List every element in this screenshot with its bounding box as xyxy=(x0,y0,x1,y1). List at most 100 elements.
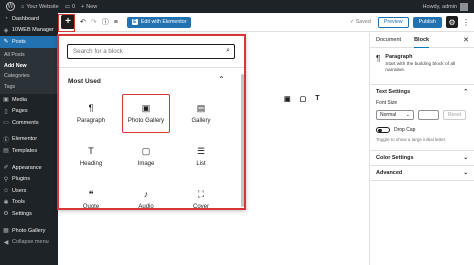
gear-icon: ⚙ xyxy=(448,17,456,27)
image-icon: ▢ xyxy=(141,145,151,156)
pages-icon: ▯ xyxy=(4,108,8,115)
block-gallery[interactable]: ▤ Gallery xyxy=(177,94,225,133)
account-menu[interactable]: Howdy, admin xyxy=(423,2,468,11)
settings-toggle-button[interactable]: ⚙ xyxy=(446,16,458,28)
paragraph-icon: ¶ xyxy=(376,54,381,63)
menu-item-comments[interactable]: ▭ Comments xyxy=(0,117,58,129)
heading-icon: T xyxy=(88,145,94,156)
block-search-input[interactable]: Search for a block ⌕ xyxy=(67,44,235,59)
block-paragraph[interactable]: ¶ Paragraph xyxy=(67,94,115,133)
menu-item-dashboard[interactable]: ◔ Dashboard xyxy=(0,13,58,25)
block-list[interactable]: ☰ List xyxy=(177,137,225,176)
new-content-link[interactable]: + New xyxy=(81,4,97,10)
submenu-tags[interactable]: Tags xyxy=(0,81,58,92)
photo-gallery-icon: ▣ xyxy=(141,102,151,113)
info-icon[interactable]: ⓘ xyxy=(102,17,109,27)
comments-link[interactable]: ▭ 0 xyxy=(65,4,75,10)
font-size-select[interactable]: Normal ⌄ xyxy=(376,110,414,120)
block-name: Paragraph xyxy=(385,54,413,60)
menu-item-elementor[interactable]: Ⓔ Elementor xyxy=(0,134,58,146)
photo-gallery-quick-icon[interactable]: ▣ xyxy=(284,95,291,103)
editor-header: + ↶ ↷ ⓘ ≡ E Edit with Elementor ✓ Saved … xyxy=(58,13,474,32)
wrench-icon: ✱ xyxy=(3,199,9,206)
users-icon: ☺ xyxy=(3,187,10,194)
site-name-link[interactable]: ⌂ Your Website xyxy=(21,4,59,10)
posts-submenu: All Posts Add New Categories Tags xyxy=(0,47,58,94)
plug-icon: ⚲ xyxy=(3,176,9,183)
menu-item-media[interactable]: ▣ Media xyxy=(0,94,58,106)
font-size-label: Font Size xyxy=(376,100,398,106)
menu-item-posts[interactable]: ✎ Posts xyxy=(0,36,58,48)
elementor-icon: Ⓔ xyxy=(3,137,10,144)
menu-item-templates[interactable]: ▤ Templates xyxy=(0,145,58,157)
collapse-icon: ◀ xyxy=(3,239,9,246)
redo-icon[interactable]: ↷ xyxy=(91,18,97,26)
menu-item-plugins[interactable]: ⚲ Plugins xyxy=(0,173,58,185)
menu-item-photo-gallery[interactable]: ▦ Photo Gallery xyxy=(0,225,58,237)
tab-document[interactable]: Document xyxy=(376,37,401,43)
color-settings-toggle[interactable]: Color Settings ⌄ xyxy=(376,151,468,165)
edit-with-elementor-button[interactable]: E Edit with Elementor xyxy=(126,16,192,28)
tenweb-icon: ◈ xyxy=(3,27,9,34)
submenu-add-new[interactable]: Add New xyxy=(0,60,58,71)
elementor-icon: E xyxy=(131,19,138,25)
heading-quick-icon[interactable]: T xyxy=(315,95,319,103)
block-card: ¶ Paragraph Start with the building bloc… xyxy=(370,48,474,85)
menu-item-users[interactable]: ☺ Users xyxy=(0,185,58,197)
block-audio[interactable]: ♪ Audio xyxy=(122,180,170,208)
block-description: Start with the building block of all nar… xyxy=(385,62,456,73)
paragraph-icon: ¶ xyxy=(88,102,94,113)
block-navigation-icon[interactable]: ≡ xyxy=(114,19,118,26)
admin-bar: W ⌂ Your Website ▭ 0 + New Howdy, admin xyxy=(0,0,474,13)
menu-item-settings[interactable]: ⚙ Settings xyxy=(0,208,58,220)
gallery-icon: ▤ xyxy=(196,102,206,113)
drop-cap-hint: Toggle to show a large initial letter. xyxy=(376,137,447,142)
submenu-all-posts[interactable]: All Posts xyxy=(0,50,58,61)
sidebar-tabs: Document Block ✕ xyxy=(370,33,474,48)
undo-icon[interactable]: ↶ xyxy=(80,18,86,26)
block-quote[interactable]: ❝ Quote xyxy=(67,180,115,208)
close-icon[interactable]: ✕ xyxy=(463,36,469,44)
settings-icon: ⚙ xyxy=(3,211,9,218)
comment-icon: ▭ xyxy=(64,3,70,10)
more-options-icon[interactable]: ⋮ xyxy=(462,18,470,27)
cover-icon: ⛶ xyxy=(197,188,205,199)
chevron-down-icon: ⌄ xyxy=(405,112,410,118)
avatar xyxy=(460,2,468,11)
audio-icon: ♪ xyxy=(143,188,149,199)
plus-icon: + xyxy=(81,3,85,10)
advanced-toggle[interactable]: Advanced ⌄ xyxy=(376,166,468,180)
add-button-highlight xyxy=(58,14,75,32)
brush-icon: ✐ xyxy=(3,165,9,172)
settings-sidebar: Document Block ✕ ¶ Paragraph Start with … xyxy=(369,33,474,265)
block-cover[interactable]: ⛶ Cover xyxy=(177,180,225,208)
search-icon: ⌕ xyxy=(226,47,230,54)
menu-item-10web[interactable]: ◈ 10WEB Manager xyxy=(0,25,58,37)
collapse-menu-button[interactable]: ◀ Collapse menu xyxy=(0,236,58,248)
comments-icon: ▭ xyxy=(3,120,9,127)
scrollbar[interactable] xyxy=(241,74,244,207)
text-settings-toggle[interactable]: Text Settings ⌃ xyxy=(376,85,468,99)
preview-button[interactable]: Preview xyxy=(377,16,409,28)
block-photo-gallery[interactable]: ▣ Photo Gallery xyxy=(122,94,170,133)
chevron-down-icon: ⌄ xyxy=(463,155,468,161)
color-settings-panel: Color Settings ⌄ xyxy=(370,151,474,166)
drop-cap-label: Drop Cap xyxy=(394,127,416,133)
block-heading[interactable]: T Heading xyxy=(67,137,115,176)
menu-item-pages[interactable]: ▯ Pages xyxy=(0,105,58,117)
pin-icon: ✎ xyxy=(3,39,9,46)
text-settings-panel: Text Settings ⌃ Font Size Normal ⌄ Reset… xyxy=(370,85,474,151)
image-quick-icon[interactable]: ▢ xyxy=(300,95,307,103)
block-image[interactable]: ▢ Image xyxy=(122,137,170,176)
chevron-up-icon[interactable]: ⌃ xyxy=(218,75,225,84)
menu-item-appearance[interactable]: ✐ Appearance xyxy=(0,162,58,174)
home-icon: ⌂ xyxy=(21,3,25,10)
custom-font-size-input[interactable] xyxy=(418,110,439,120)
submenu-categories[interactable]: Categories xyxy=(0,71,58,82)
reset-button[interactable]: Reset xyxy=(443,110,467,120)
wordpress-logo-icon[interactable]: W xyxy=(6,2,15,11)
publish-button[interactable]: Publish xyxy=(412,16,442,28)
drop-cap-toggle[interactable] xyxy=(376,127,390,133)
tab-block[interactable]: Block xyxy=(414,33,430,48)
menu-item-tools[interactable]: ✱ Tools xyxy=(0,197,58,209)
